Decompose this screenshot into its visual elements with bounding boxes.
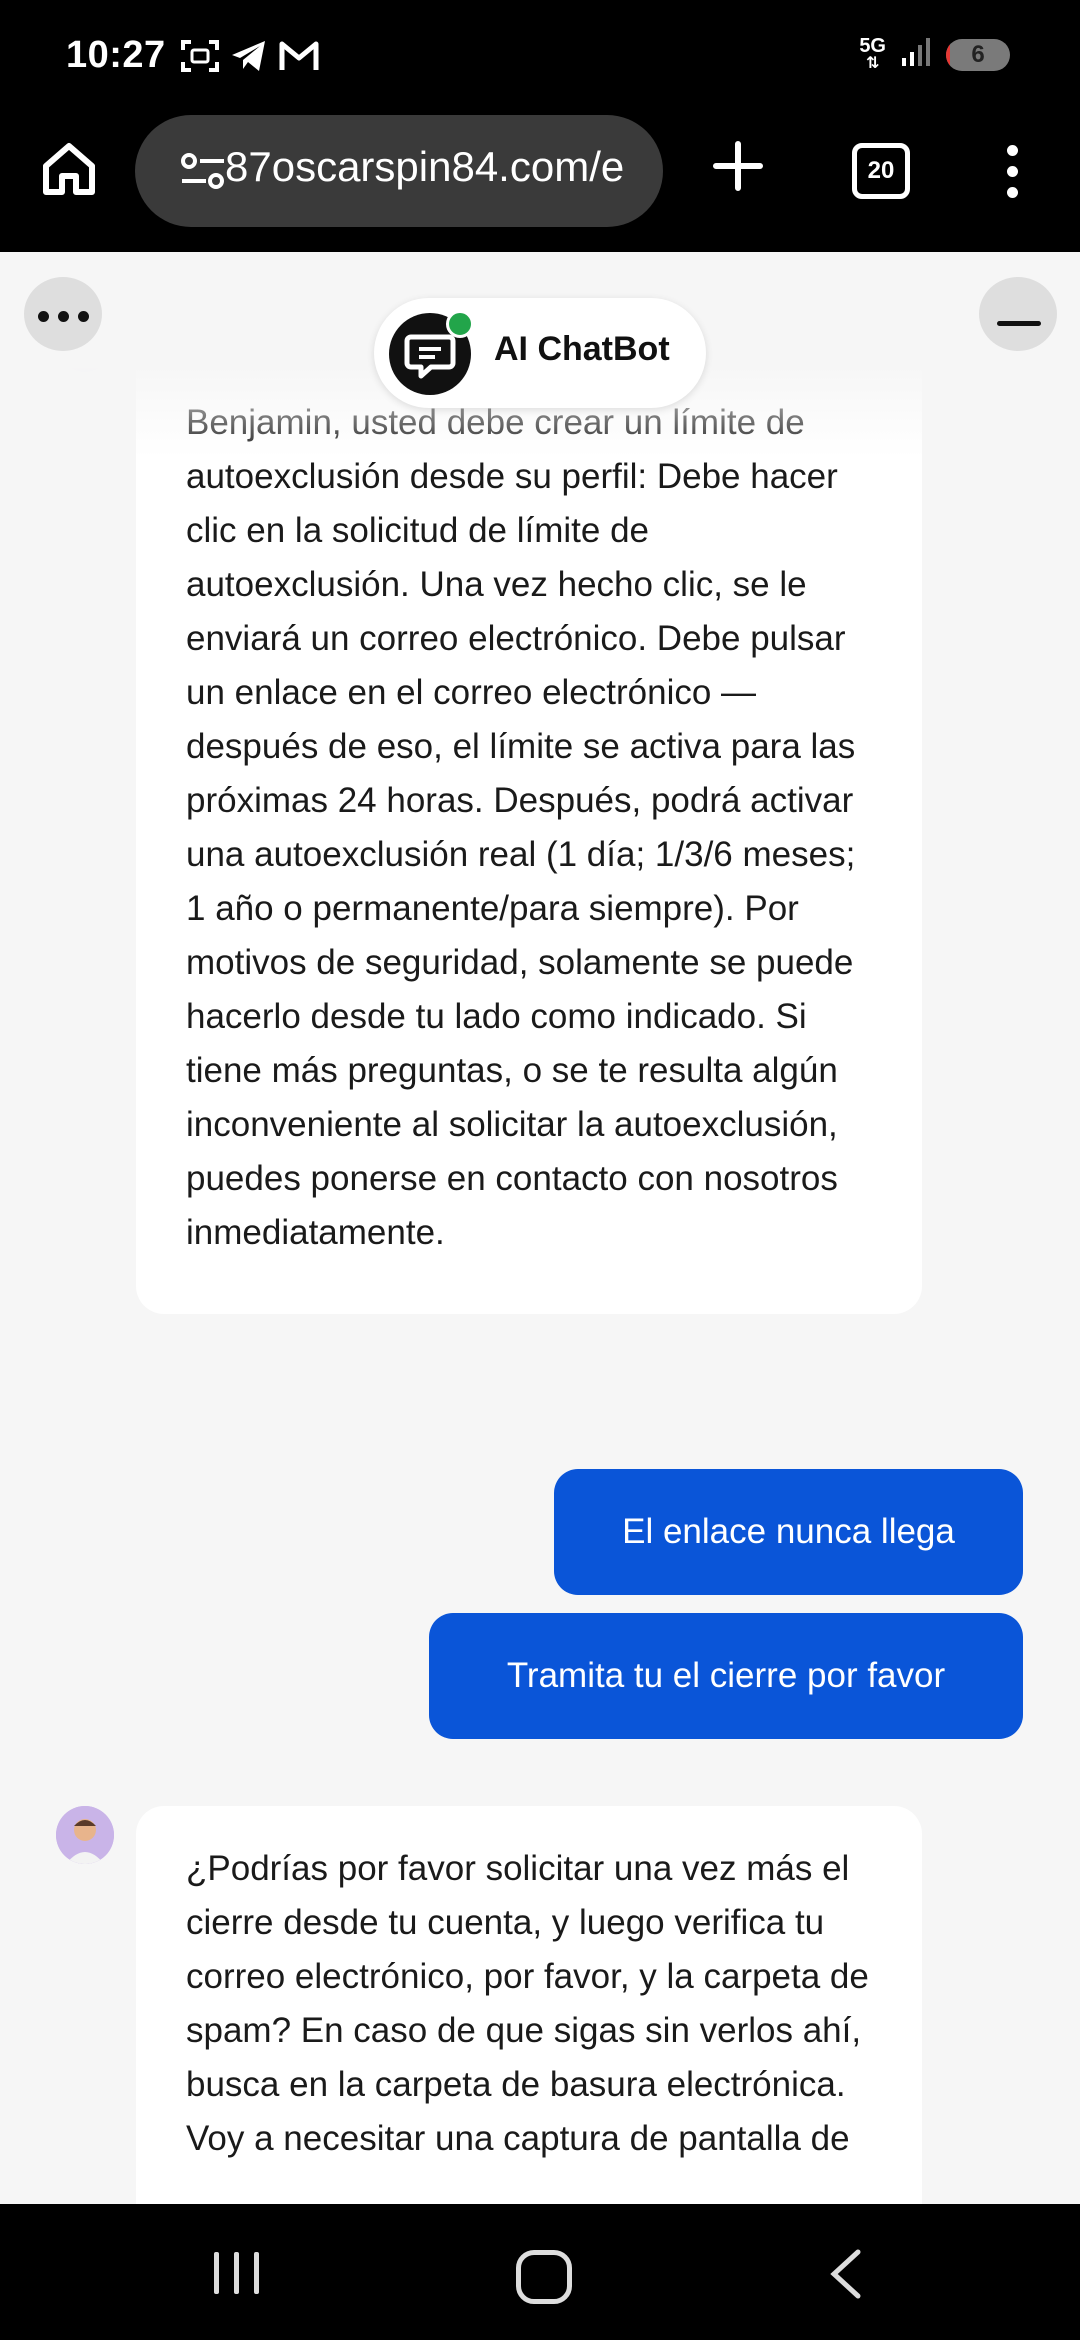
system-navigation-bar (0, 2204, 1080, 2340)
url-bar[interactable]: 87oscarspin84.com/e (135, 115, 663, 227)
chat-window: AI ChatBot Benjamin, usted debe crear un… (0, 252, 1080, 2204)
bot-message-text: Benjamin, usted debe crear un límite de … (186, 403, 856, 1252)
telegram-icon (230, 38, 268, 79)
plus-icon (713, 141, 763, 191)
screenshot-icon (180, 38, 220, 79)
agent-avatar (56, 1806, 114, 1864)
bot-message-text: ¿Podrías por favor solicitar una vez más… (186, 1849, 869, 2158)
system-home-button[interactable] (516, 2250, 572, 2304)
chat-options-button[interactable] (24, 277, 102, 351)
chatbot-header: AI ChatBot (374, 298, 706, 408)
battery-percent: 6 (971, 40, 985, 68)
bot-message: Benjamin, usted debe crear un límite de … (136, 252, 922, 1314)
home-icon (43, 143, 95, 195)
battery-indicator: 6 (946, 38, 1010, 71)
bot-message: ¿Podrías por favor solicitar una vez más… (136, 1806, 922, 2204)
notification-icons (180, 38, 320, 79)
browser-home-button[interactable] (40, 140, 98, 198)
url-text[interactable]: 87oscarspin84.com/e (225, 143, 645, 191)
network-indicator: 5G ⇅ (859, 34, 886, 72)
browser-toolbar: 87oscarspin84.com/e 20 (0, 115, 1080, 252)
chatbot-name: AI ChatBot (494, 330, 670, 368)
site-settings-icon[interactable] (180, 151, 226, 191)
online-status-dot (446, 310, 474, 338)
back-button[interactable] (826, 2248, 866, 2300)
minimize-chat-button[interactable] (979, 277, 1057, 351)
recent-apps-button[interactable] (214, 2252, 262, 2294)
tab-switcher-button[interactable]: 20 (852, 143, 910, 199)
status-right: 5G ⇅ 6 (859, 36, 1010, 73)
browser-menu-button[interactable] (1001, 145, 1023, 199)
user-message: El enlace nunca llega (554, 1469, 1023, 1595)
status-bar: 10:27 5G ⇅ 6 (0, 0, 1080, 115)
gmail-icon (278, 38, 320, 79)
user-message: Tramita tu el cierre por favor (429, 1613, 1023, 1739)
back-chevron-icon (830, 2249, 861, 2299)
new-tab-button[interactable] (712, 140, 764, 192)
status-time: 10:27 (66, 34, 166, 76)
signal-icon (900, 36, 932, 73)
